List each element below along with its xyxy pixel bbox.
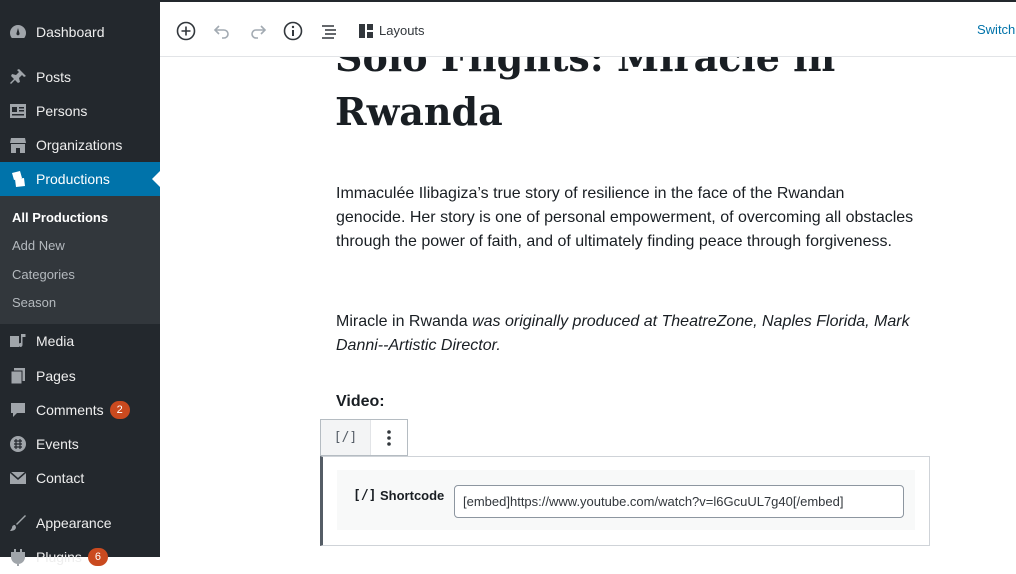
add-block-button[interactable] — [175, 20, 197, 42]
menu-label: Posts — [36, 69, 72, 85]
shortcode-icon: [/] — [353, 488, 377, 503]
post-title[interactable]: Solo Flights: Miracle in Rwanda — [335, 57, 855, 139]
comments-count-badge: 2 — [109, 401, 130, 419]
plugins-count-badge: 6 — [87, 548, 108, 566]
submenu-add-new[interactable]: Add New — [12, 238, 65, 253]
media-icon — [8, 331, 28, 351]
shortcode-label: Shortcode — [380, 488, 445, 503]
menu-label: Productions — [36, 171, 110, 187]
block-switcher-button[interactable]: [/] — [321, 420, 370, 455]
undo-icon — [213, 25, 229, 39]
id-card-icon — [8, 101, 28, 121]
menu-organizations[interactable]: Organizations — [0, 128, 160, 162]
block-navigation-button[interactable] — [318, 20, 340, 42]
productions-submenu: All Productions Add New Categories Seaso… — [0, 196, 160, 324]
more-options-button[interactable] — [371, 420, 407, 455]
menu-persons[interactable]: Persons — [0, 94, 160, 128]
email-icon — [8, 468, 28, 488]
submenu-all-productions[interactable]: All Productions — [12, 210, 108, 225]
shortcode-input[interactable] — [454, 485, 904, 518]
shortcode-block[interactable]: [/] Shortcode — [320, 456, 930, 546]
menu-label: Plugins — [36, 549, 82, 565]
block-toolbar: [/] — [320, 419, 408, 456]
menu-comments[interactable]: Comments 2 — [0, 393, 160, 427]
menu-label: Appearance — [36, 515, 112, 531]
redo-icon — [251, 25, 267, 39]
menu-productions[interactable]: Productions — [0, 162, 160, 196]
tickets-icon — [8, 169, 28, 189]
menu-label: Events — [36, 436, 79, 452]
menu-events[interactable]: Events — [0, 427, 160, 461]
shortcode-wrapper: [/] Shortcode — [337, 470, 915, 530]
page-icon — [8, 366, 28, 386]
info-button[interactable] — [282, 20, 304, 42]
menu-media[interactable]: Media — [0, 324, 160, 358]
comment-icon — [8, 400, 28, 420]
dashboard-icon — [8, 22, 28, 42]
current-menu-arrow — [152, 171, 160, 187]
submenu-categories[interactable]: Categories — [12, 267, 75, 282]
menu-label: Pages — [36, 368, 76, 384]
layouts-icon — [359, 24, 373, 38]
undo-button[interactable] — [211, 20, 233, 42]
paragraph-plain-text: Miracle in Rwanda — [336, 313, 473, 330]
more-vertical-icon — [387, 429, 391, 446]
list-icon — [322, 25, 336, 39]
menu-plugins[interactable]: Plugins 6 — [0, 540, 160, 574]
menu-label: Media — [36, 333, 75, 349]
brush-icon — [8, 513, 28, 533]
switch-link[interactable]: Switch — [977, 22, 1015, 37]
menu-label: Dashboard — [36, 24, 105, 40]
submenu-season[interactable]: Season — [12, 295, 56, 310]
menu-label: Contact — [36, 470, 85, 486]
store-icon — [8, 135, 28, 155]
paragraph-block[interactable]: Immaculée Ilibagiza’s true story of resi… — [336, 182, 916, 254]
menu-dashboard[interactable]: Dashboard — [0, 15, 160, 49]
plus-circle-icon — [176, 21, 196, 41]
paragraph-block[interactable]: Miracle in Rwanda was originally produce… — [336, 310, 916, 358]
layouts-button[interactable] — [355, 20, 377, 42]
calendar-icon — [8, 434, 28, 454]
admin-sidebar: Dashboard Posts Persons Organizations Pr… — [0, 0, 160, 566]
plugin-icon — [8, 547, 28, 567]
editor-canvas: Solo Flights: Miracle in Rwanda Immaculé… — [160, 57, 1016, 557]
menu-label: Persons — [36, 103, 88, 119]
menu-pages[interactable]: Pages — [0, 359, 160, 393]
layouts-label[interactable]: Layouts — [379, 23, 425, 38]
menu-posts[interactable]: Posts — [0, 60, 160, 94]
editor-toolbar: Layouts Switch — [160, 0, 1016, 57]
menu-label: Organizations — [36, 137, 123, 153]
menu-label: Comments — [36, 402, 104, 418]
redo-button[interactable] — [247, 20, 269, 42]
video-heading[interactable]: Video: — [336, 393, 385, 411]
pin-icon — [8, 67, 28, 87]
info-icon — [283, 21, 303, 41]
menu-contact[interactable]: Contact — [0, 461, 160, 495]
menu-appearance[interactable]: Appearance — [0, 506, 160, 540]
